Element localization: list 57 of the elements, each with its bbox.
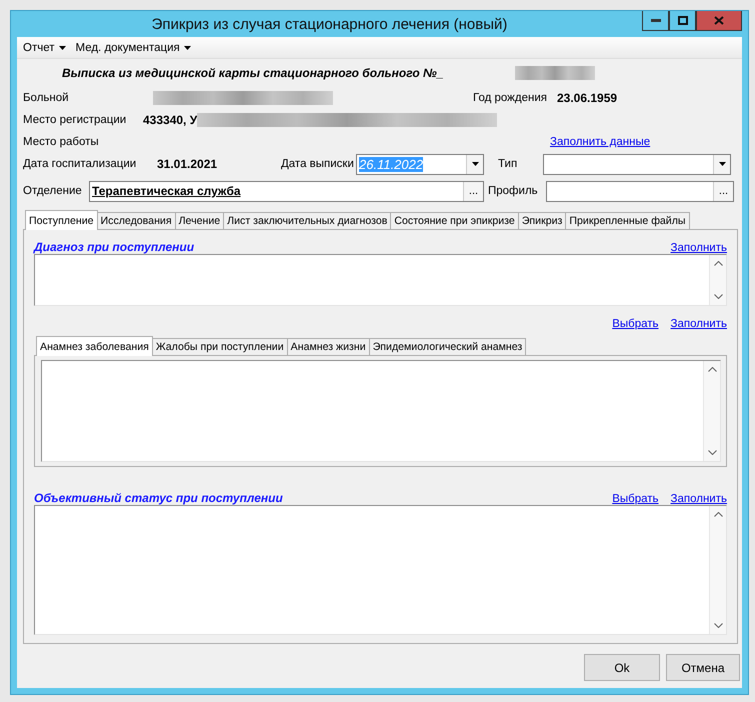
discharge-label: Дата выписки [281,158,355,170]
chevron-down-icon[interactable] [714,623,722,628]
maximize-button[interactable] [669,11,696,31]
minimize-button[interactable] [642,11,669,31]
type-label: Тип [498,158,518,170]
chevron-up-icon[interactable] [708,367,716,372]
tab[interactable]: Анамнез заболевания [36,336,153,356]
profile-field[interactable]: ... [546,180,734,202]
chevron-down-icon[interactable] [714,294,722,299]
scrollbar[interactable] [703,361,720,461]
fill-link[interactable]: Выбрать [612,318,659,330]
menu-item[interactable]: Мед. документация [76,42,191,54]
minimize-icon [650,19,660,22]
close-icon [714,16,724,25]
close-button[interactable] [696,11,742,31]
dropdown-button[interactable] [466,154,483,174]
work-label: Место работы [23,136,100,148]
type-select[interactable] [543,154,731,174]
section-title: Диагноз при поступлении [34,240,194,254]
browse-button[interactable]: ... [713,182,733,200]
birth-label: Год рождения [473,92,548,104]
dropdown-button[interactable] [713,154,730,174]
fill-link[interactable]: Заполнить [670,493,727,505]
dropdown-arrow-icon [718,162,726,166]
section-title: Объективный статус при поступлении [34,491,283,505]
registration-value: 433340, У [143,113,198,127]
window-title: Эпикриз из случая стационарного лечения (новый) [150,16,508,32]
chevron-up-icon[interactable] [714,512,722,517]
dropdown-arrow-icon [184,46,191,50]
browse-button[interactable]: ... [463,182,483,200]
birth-value: 23.06.1959 [557,91,618,105]
fill-link[interactable]: Заполнить [670,242,727,254]
tab[interactable]: Прикрепленные файлы [565,212,690,230]
tab[interactable]: Поступление [25,210,98,230]
department-field[interactable]: Терапевтическая служба ... [89,180,484,202]
profile-label: Профиль [488,185,539,197]
fill-link[interactable]: Выбрать [612,493,659,505]
chevron-down-icon[interactable] [708,450,716,455]
menu-item[interactable]: Отчет [23,42,66,54]
admission-value: 31.01.2021 [157,157,218,171]
tab[interactable]: Эпидемиологический анамнез [368,338,526,356]
dialog-button[interactable]: Отмена [666,654,740,681]
dropdown-arrow-icon [58,46,66,50]
scrollbar[interactable] [709,255,726,305]
scrollbar[interactable] [709,506,726,634]
dialog-button[interactable]: Ok [584,654,660,681]
diagnosis-text-area[interactable] [34,254,727,306]
fill-link[interactable]: Заполнить [670,318,727,330]
admission-label: Дата госпитализации [23,158,138,170]
dropdown-arrow-icon [472,162,478,166]
record-title: Выписка из медицинской карты стационарного больного №_ [62,66,444,80]
fill-data-link[interactable]: Заполнить данные [550,136,650,148]
registration-label: Место регистрации [23,114,128,126]
patient-label: Больной [23,92,70,104]
department-label: Отделение [23,185,83,197]
chevron-up-icon[interactable] [714,261,722,266]
maximize-icon [678,16,688,25]
